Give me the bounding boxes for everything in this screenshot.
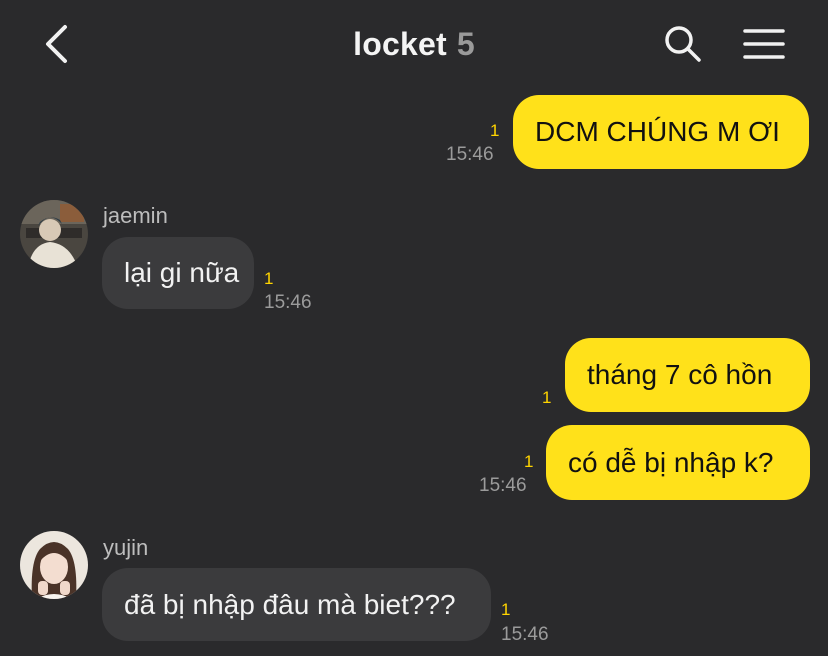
message-text: tháng 7 cô hồn (587, 359, 773, 390)
read-count: 1 (542, 388, 552, 407)
their-message-bubble[interactable]: lại gi nữa (102, 237, 254, 309)
message-text: DCM CHÚNG M ƠI (535, 116, 780, 147)
read-count: 1 (490, 121, 500, 140)
chat-name: locket (353, 26, 447, 62)
my-message-bubble[interactable]: có dễ bị nhập k? (546, 425, 810, 500)
avatar-yujin[interactable] (20, 531, 88, 599)
menu-button[interactable] (740, 24, 788, 64)
my-message-bubble[interactable]: DCM CHÚNG M ƠI (513, 95, 809, 169)
message-text: có dễ bị nhập k? (568, 446, 774, 478)
message-time: 15:46 (264, 292, 312, 313)
message-text: lại gi nữa (124, 257, 240, 288)
member-count: 5 (456, 26, 475, 62)
sender-name: jaemin (103, 203, 168, 228)
sender-name: yujin (103, 535, 149, 560)
search-button[interactable] (660, 22, 706, 66)
message-time: 15:46 (479, 475, 527, 496)
read-count: 1 (264, 269, 274, 288)
search-icon (665, 26, 701, 62)
their-message-bubble[interactable]: đã bị nhập đâu mà biet??? (102, 568, 491, 641)
message-text: đã bị nhập đâu mà biet??? (124, 588, 456, 620)
read-count: 1 (524, 452, 534, 471)
hamburger-menu-icon (743, 29, 785, 59)
message-time: 15:46 (501, 624, 549, 645)
message-time: 15:46 (446, 144, 494, 165)
my-message-bubble[interactable]: tháng 7 cô hồn (565, 338, 810, 412)
avatar-jaemin[interactable] (20, 200, 88, 268)
read-count: 1 (501, 600, 511, 619)
